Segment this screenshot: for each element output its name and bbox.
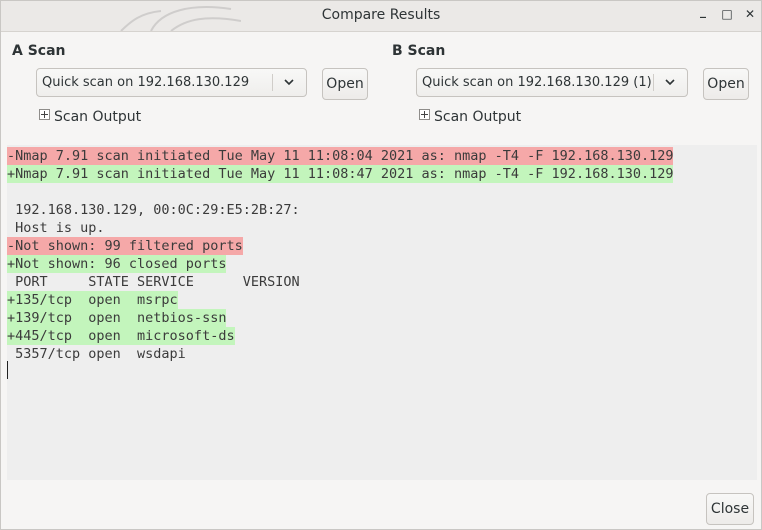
- a-scan-selected-value: Quick scan on 192.168.130.129: [42, 75, 250, 90]
- close-button[interactable]: Close: [706, 493, 754, 525]
- diff-line-context: Host is up.: [7, 220, 105, 236]
- diff-line-removed: -Not shown: 99 filtered ports: [7, 237, 243, 255]
- a-scan-label: A Scan: [12, 43, 66, 59]
- b-scan-label: B Scan: [392, 43, 446, 59]
- compare-results-window: Compare Results _ □ ✕ A Scan Quick scan …: [0, 0, 762, 530]
- a-scan-select[interactable]: Quick scan on 192.168.130.129: [36, 68, 307, 97]
- text-cursor: [7, 361, 8, 379]
- combo-separator: [272, 74, 273, 91]
- b-scan-select[interactable]: Quick scan on 192.168.130.129 (1): [416, 68, 688, 97]
- expand-plus-icon: [39, 109, 50, 120]
- diff-line-added: +Nmap 7.91 scan initiated Tue May 11 11:…: [7, 165, 674, 183]
- expand-plus-icon: [419, 109, 430, 120]
- title-bar[interactable]: Compare Results _ □ ✕: [1, 1, 761, 32]
- diff-line-context: PORT STATE SERVICE VERSION: [7, 274, 300, 290]
- diff-line-context: 5357/tcp open wsdapi: [7, 346, 186, 362]
- diff-line-added: +Not shown: 96 closed ports: [7, 255, 227, 273]
- diff-line-context: 192.168.130.129, 00:0C:29:E5:2B:27:: [7, 202, 300, 218]
- b-scan-output-label: Scan Output: [434, 109, 522, 125]
- maximize-icon[interactable]: □: [720, 7, 734, 21]
- chevron-down-icon: [284, 79, 294, 86]
- diff-line-added: +135/tcp open msrpc: [7, 291, 178, 309]
- b-scan-open-button[interactable]: Open: [703, 68, 749, 100]
- b-scan-selected-value: Quick scan on 192.168.130.129 (1): [422, 75, 652, 90]
- window-title: Compare Results: [321, 7, 441, 23]
- diff-line-added: +445/tcp open microsoft-ds: [7, 327, 235, 345]
- diff-line-removed: -Nmap 7.91 scan initiated Tue May 11 11:…: [7, 147, 674, 165]
- a-scan-output-expander[interactable]: Scan Output: [39, 109, 141, 125]
- close-window-icon[interactable]: ✕: [743, 7, 757, 21]
- b-scan-output-expander[interactable]: Scan Output: [419, 109, 521, 125]
- diff-line-added: +139/tcp open netbios-ssn: [7, 309, 227, 327]
- a-scan-output-label: Scan Output: [54, 109, 142, 125]
- a-scan-open-button[interactable]: Open: [322, 68, 368, 100]
- chevron-down-icon: [665, 79, 675, 86]
- combo-separator: [653, 74, 654, 91]
- minimize-icon[interactable]: _: [696, 4, 710, 18]
- diff-output-textview[interactable]: -Nmap 7.91 scan initiated Tue May 11 11:…: [7, 145, 757, 480]
